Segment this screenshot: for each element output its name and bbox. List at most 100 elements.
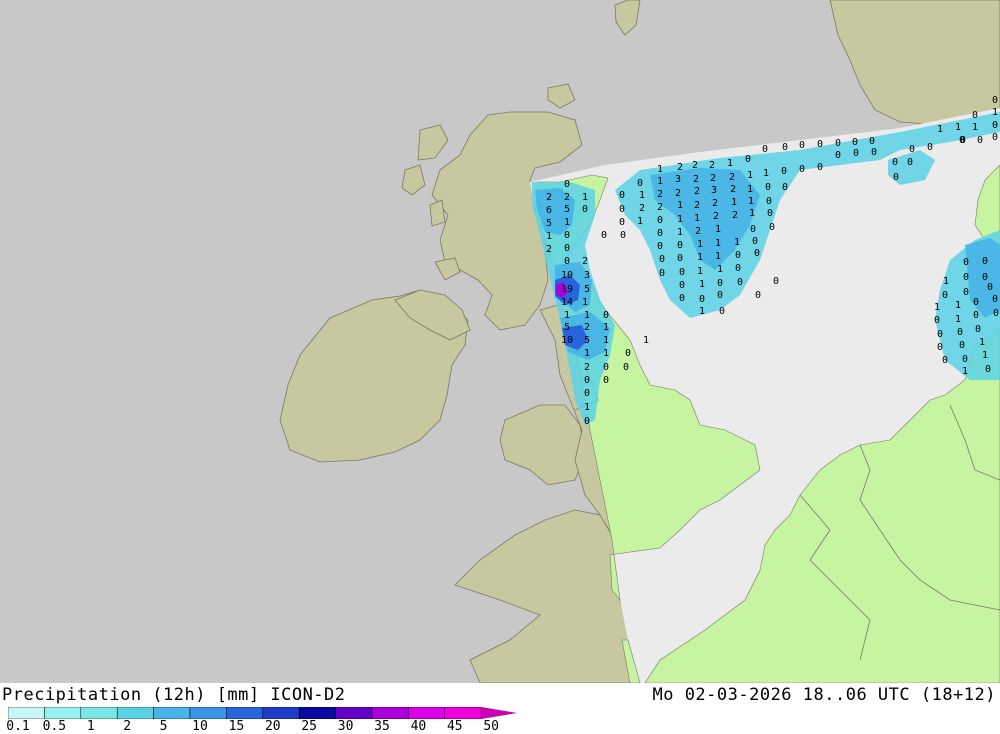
precip-value: 0 xyxy=(754,248,760,259)
precip-value: 0 xyxy=(992,120,998,131)
precipitation-map: 0122210000000011110013222110000000002210… xyxy=(0,0,1000,734)
precip-value: 0 xyxy=(603,375,609,386)
precip-value: 1 xyxy=(582,192,588,203)
color-scale-swatch xyxy=(408,707,446,719)
precip-value: 1 xyxy=(699,306,705,317)
precip-value: 0 xyxy=(937,342,943,353)
color-scale-swatch xyxy=(371,707,409,719)
color-scale-tick: 2 xyxy=(123,719,132,734)
precip-value: 0 xyxy=(977,135,983,146)
map-canvas: 01 2 2 2 1 00 0 0 0 0 0 01 1 1100 1 3 2 2 2 1 1 0 0 00 0 0 0 002 2 1 0… xyxy=(0,0,1000,683)
precip-value: 1 xyxy=(962,366,968,377)
precip-value: 0 xyxy=(625,348,631,359)
precip-value: 0 xyxy=(659,254,665,265)
precip-value: 1 xyxy=(637,216,643,227)
precip-value: 0 xyxy=(765,182,771,193)
precip-value: 0 xyxy=(972,110,978,121)
precip-value: 0 xyxy=(942,290,948,301)
precip-value: 1 xyxy=(955,122,961,133)
precip-value: 0 xyxy=(892,157,898,168)
precip-value: 1 xyxy=(546,231,552,242)
color-scale-tick: 30 xyxy=(337,719,354,734)
map-footer: Precipitation (12h) [mm] ICON-D2 Mo 02-0… xyxy=(0,683,1000,734)
precip-value: 0 xyxy=(619,190,625,201)
precip-value: 0 xyxy=(937,329,943,340)
precip-value: 1 xyxy=(694,213,700,224)
precip-value: 1 xyxy=(972,122,978,133)
precip-value: 1 xyxy=(643,335,649,346)
precip-value: 0 xyxy=(985,364,991,375)
precip-value: 0 xyxy=(871,147,877,158)
precip-value: 1 xyxy=(943,276,949,287)
precip-value: 1 xyxy=(677,214,683,225)
precip-value: 0 xyxy=(907,157,913,168)
precip-value: 1 xyxy=(603,348,609,359)
precip-value: 1 xyxy=(734,237,740,248)
precip-value: 0 xyxy=(909,144,915,155)
color-scale-swatch xyxy=(8,707,45,719)
precip-value: 0 xyxy=(973,310,979,321)
precip-value: 0 xyxy=(934,315,940,326)
precip-value: 2 xyxy=(694,186,700,197)
precip-value: 2 xyxy=(657,189,663,200)
precip-value: 0 xyxy=(564,230,570,241)
color-scale-swatch xyxy=(298,707,336,719)
precip-value: 2 xyxy=(546,244,552,255)
precip-value: 0 xyxy=(735,250,741,261)
precip-value: 0 xyxy=(963,272,969,283)
precip-value: 1 xyxy=(657,164,663,175)
precip-value: 3 xyxy=(584,270,590,281)
precip-value: 2 xyxy=(729,172,735,183)
precip-value: 1 xyxy=(747,170,753,181)
precip-value: 0 xyxy=(679,267,685,278)
precip-value: 1 xyxy=(564,310,570,321)
precip-value: 0 xyxy=(982,256,988,267)
precip-value: 0 xyxy=(584,416,590,427)
color-scale-tick: 1 xyxy=(86,719,95,734)
precip-value: 1 xyxy=(697,252,703,263)
precip-value: 0 xyxy=(657,215,663,226)
precip-value: 3 xyxy=(711,185,717,196)
precip-value: 0 xyxy=(603,310,609,321)
precip-value: 1 xyxy=(934,302,940,313)
precip-value: 0 xyxy=(963,287,969,298)
precip-value: 6 xyxy=(546,205,552,216)
precip-value: 0 xyxy=(582,204,588,215)
precip-value: 0 xyxy=(975,324,981,335)
color-scale-swatch xyxy=(444,707,482,719)
precip-value: 1 xyxy=(982,350,988,361)
color-scale-tick: 10 xyxy=(192,719,208,734)
precip-value: 0 xyxy=(766,196,772,207)
color-scale-tick: 20 xyxy=(264,719,281,734)
precip-value: 2 xyxy=(709,160,715,171)
precip-value: 5 xyxy=(546,218,552,229)
precip-value: 0 xyxy=(962,354,968,365)
color-scale-swatch xyxy=(44,707,82,719)
precip-value: 1 xyxy=(603,335,609,346)
precip-value: 0 xyxy=(853,148,859,159)
precip-value: 0 xyxy=(817,139,823,150)
precip-value: 2 xyxy=(694,200,700,211)
color-scale-tick: 15 xyxy=(228,719,245,734)
precip-value: 0 xyxy=(564,179,570,190)
precip-value: 2 xyxy=(639,203,645,214)
precip-value: 1 xyxy=(748,196,754,207)
color-scale-tick: 50 xyxy=(483,719,500,734)
precip-value: 0 xyxy=(957,327,963,338)
precip-value: 0 xyxy=(750,224,756,235)
color-scale-swatch xyxy=(262,707,300,719)
precip-value: 0 xyxy=(752,236,758,247)
precip-value: 0 xyxy=(992,95,998,106)
precip-value: 1 xyxy=(731,197,737,208)
precip-value: 0 xyxy=(637,178,643,189)
precip-value: 0 xyxy=(773,276,779,287)
precip-value: 2 xyxy=(730,184,736,195)
precip-value: 0 xyxy=(623,362,629,373)
precip-value: 0 xyxy=(817,162,823,173)
precip-value: 5 xyxy=(564,204,570,215)
precip-value: 0 xyxy=(564,256,570,267)
precip-value: 1 xyxy=(697,266,703,277)
precip-value: 0 xyxy=(717,278,723,289)
precip-value: 1 xyxy=(582,297,588,308)
color-scale-tick: 0.5 xyxy=(42,719,67,734)
